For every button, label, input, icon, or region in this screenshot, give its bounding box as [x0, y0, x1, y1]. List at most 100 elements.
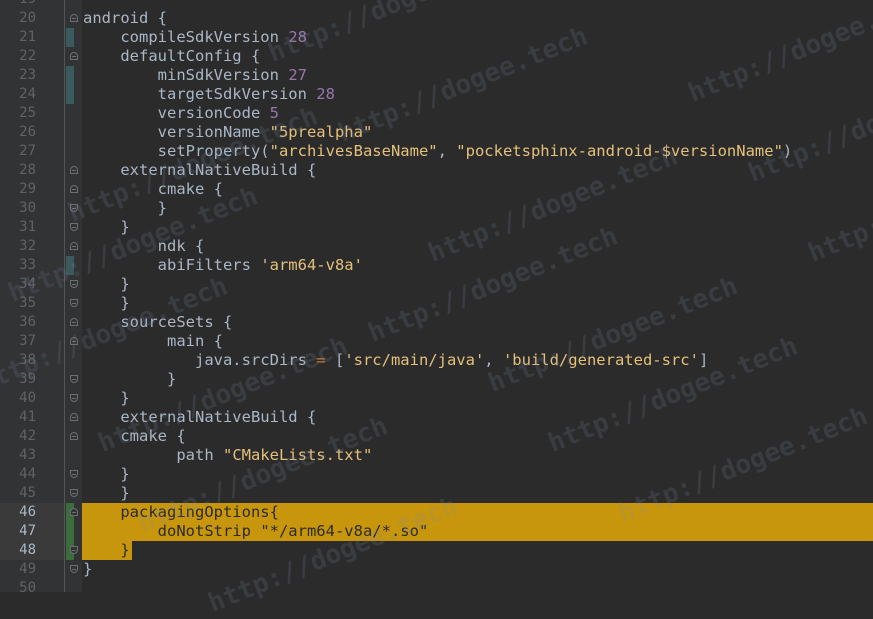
code-line[interactable]: 32 ndk { — [0, 237, 873, 256]
code-token: "CMakeLists.txt" — [222, 446, 373, 464]
code-line[interactable]: 22 defaultConfig { — [0, 47, 873, 66]
line-number: 24 — [19, 86, 36, 102]
code-line[interactable]: 24 targetSdkVersion 28 — [0, 85, 873, 104]
line-number: 25 — [19, 105, 36, 121]
code-text: } — [83, 465, 129, 484]
fold-close-icon[interactable] — [70, 223, 78, 231]
fold-open-icon[interactable] — [70, 508, 78, 516]
code-line[interactable]: 39 } — [0, 370, 873, 389]
code-line[interactable]: 38 java.srcDirs = ['src/main/java', 'bui… — [0, 351, 873, 370]
code-line[interactable]: 43 path "CMakeLists.txt" — [0, 446, 873, 465]
code-line[interactable]: 44 } — [0, 465, 873, 484]
code-token: compileSdkVersion — [83, 28, 289, 46]
code-line[interactable]: 35 } — [0, 294, 873, 313]
fold-close-icon[interactable] — [70, 394, 78, 402]
code-line[interactable]: 46 packagingOptions{ — [0, 503, 873, 522]
change-marker[interactable] — [66, 85, 74, 104]
code-lines: 1920 android {21 compileSdkVersion 2822 d… — [0, 0, 873, 598]
code-line[interactable]: 20 android { — [0, 9, 873, 28]
code-token: "*/arm64-v8a/*.so" — [260, 522, 429, 540]
code-line[interactable]: 37 main { — [0, 332, 873, 351]
fold-close-icon[interactable] — [70, 489, 78, 497]
fold-close-icon[interactable] — [70, 299, 78, 307]
code-editor[interactable]: 1920 android {21 compileSdkVersion 2822 d… — [0, 0, 873, 619]
code-token: } — [83, 389, 130, 407]
change-marker[interactable] — [66, 28, 74, 47]
code-line[interactable]: 47 doNotStrip "*/arm64-v8a/*.so" — [0, 522, 873, 541]
code-token: "archivesBaseName" — [269, 142, 438, 160]
line-number: 29 — [19, 181, 36, 197]
code-line[interactable]: 31 } — [0, 218, 873, 237]
fold-open-icon[interactable] — [70, 185, 78, 193]
code-line[interactable]: 33 abiFilters 'arm64-v8a' — [0, 256, 873, 275]
fold-close-icon[interactable] — [70, 375, 78, 383]
fold-open-icon[interactable] — [70, 432, 78, 440]
code-token: "pocketsphinx-android-$versionName" — [456, 142, 783, 160]
line-number: 22 — [19, 48, 36, 64]
fold-open-icon[interactable] — [70, 166, 78, 174]
code-token: "5prealpha" — [269, 123, 373, 141]
line-number: 35 — [19, 295, 36, 311]
line-number: 37 — [19, 333, 36, 349]
code-token: } — [83, 275, 130, 293]
code-line[interactable]: 45 } — [0, 484, 873, 503]
line-number: 28 — [19, 162, 36, 178]
code-token: 'src/main/java' — [344, 351, 485, 369]
change-marker[interactable] — [66, 256, 74, 275]
code-line[interactable]: 48 } — [0, 541, 873, 560]
code-token: } — [83, 199, 167, 217]
code-text: } — [83, 389, 130, 408]
fold-close-icon[interactable] — [70, 280, 78, 288]
line-number: 36 — [19, 314, 36, 330]
code-token: minSdkVersion — [83, 66, 289, 84]
fold-open-icon[interactable] — [70, 413, 78, 421]
line-number: 20 — [19, 10, 36, 26]
fold-close-icon[interactable] — [70, 470, 78, 478]
code-text: cmake { — [83, 180, 223, 199]
code-line[interactable]: 25 versionCode 5 — [0, 104, 873, 123]
fold-open-icon[interactable] — [70, 52, 78, 60]
line-number: 44 — [19, 466, 36, 482]
code-line[interactable]: 27 setProperty("archivesBaseName", "pock… — [0, 142, 873, 161]
code-line[interactable]: 29 cmake { — [0, 180, 873, 199]
fold-open-icon[interactable] — [70, 318, 78, 326]
code-token: } — [83, 294, 130, 312]
change-marker[interactable] — [66, 522, 74, 541]
code-token: } — [83, 560, 93, 578]
code-line[interactable]: 34 } — [0, 275, 873, 294]
code-token: , — [437, 142, 457, 160]
code-line[interactable]: 50 — [0, 579, 873, 598]
code-token: ndk { — [83, 237, 205, 255]
line-number: 50 — [19, 580, 36, 596]
code-line[interactable]: 23 minSdkVersion 27 — [0, 66, 873, 85]
fold-close-icon[interactable] — [70, 546, 78, 554]
code-token: } — [83, 218, 130, 236]
code-token: packagingOptions{ — [83, 503, 279, 521]
code-line[interactable]: 21 compileSdkVersion 28 — [0, 28, 873, 47]
code-text: android { — [83, 9, 167, 28]
fold-close-icon[interactable] — [70, 204, 78, 212]
line-number: 48 — [19, 542, 36, 558]
fold-open-icon[interactable] — [70, 337, 78, 345]
code-line[interactable]: 30 } — [0, 199, 873, 218]
line-number: 39 — [19, 371, 36, 387]
code-token: main { — [83, 332, 223, 350]
fold-open-icon[interactable] — [70, 242, 78, 250]
code-text: defaultConfig { — [83, 47, 260, 66]
code-line[interactable]: 26 versionName "5prealpha" — [0, 123, 873, 142]
fold-close-icon[interactable] — [70, 565, 78, 573]
code-line[interactable]: 49} — [0, 560, 873, 579]
code-text: } — [83, 294, 130, 313]
code-line[interactable]: 19 — [0, 0, 873, 9]
code-line[interactable]: 40 } — [0, 389, 873, 408]
code-line[interactable]: 41 externalNativeBuild { — [0, 408, 873, 427]
code-line[interactable]: 36 sourceSets { — [0, 313, 873, 332]
code-token: defaultConfig { — [83, 47, 261, 65]
code-line[interactable]: 42 cmake { — [0, 427, 873, 446]
change-marker[interactable] — [66, 66, 74, 85]
line-number: 42 — [19, 428, 36, 444]
code-text: targetSdkVersion 28 — [83, 85, 335, 104]
fold-open-icon[interactable] — [70, 14, 78, 22]
code-token: 27 — [288, 66, 307, 84]
code-line[interactable]: 28 externalNativeBuild { — [0, 161, 873, 180]
